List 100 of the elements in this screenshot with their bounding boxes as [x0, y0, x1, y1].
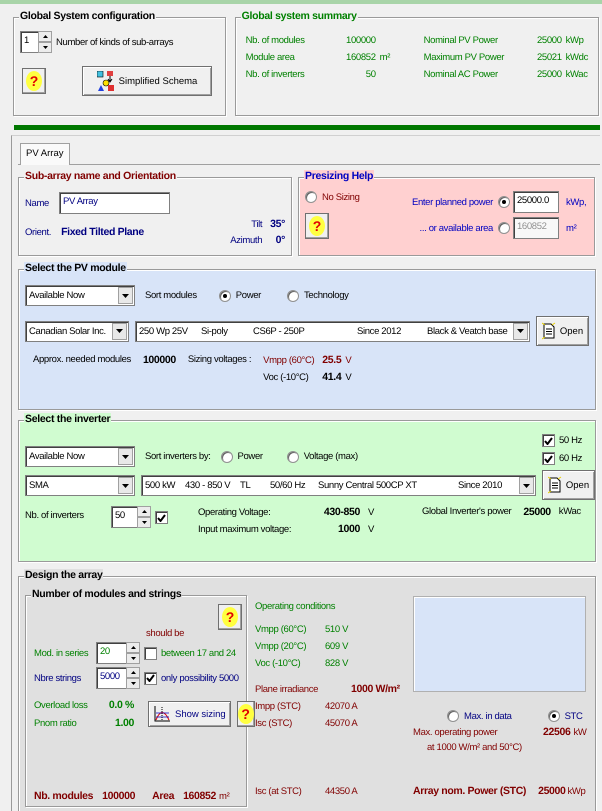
group-title: Global system summary: [240, 10, 358, 22]
checkbox[interactable]: between 17 and 24: [144, 646, 236, 660]
summary-label: Nb. of inverters: [246, 69, 306, 80]
voltage-value: 25.5: [322, 354, 342, 366]
open-button[interactable]: Open: [536, 316, 589, 346]
manufacturer-dropdown[interactable]: SMA: [25, 475, 135, 496]
unit-label: m²: [565, 222, 578, 234]
caret-icon: [517, 329, 524, 333]
check-icon: [157, 514, 166, 522]
current-label: Isc (at STC): [255, 786, 302, 797]
document-icon: [542, 322, 556, 340]
condition-label: Vmpp (20°C): [255, 641, 308, 652]
show-sizing-button[interactable]: Show sizing: [148, 701, 231, 727]
overload-label: Overload loss: [34, 700, 89, 711]
unit-label: kWac: [566, 69, 588, 80]
schema-icon: [96, 71, 115, 91]
manufacturer-dropdown[interactable]: Canadian Solar Inc.: [25, 320, 129, 342]
unit-label: kWp,: [565, 196, 588, 208]
caret-up-icon: [142, 510, 146, 513]
current-label: Impp (STC): [255, 701, 302, 712]
radio-button[interactable]: Voltage (max): [286, 450, 358, 462]
open-button[interactable]: Open: [542, 470, 595, 500]
spin-up-button[interactable]: [126, 642, 140, 653]
sort-label: Sort modules: [145, 290, 197, 301]
count-field[interactable]: 50: [111, 506, 137, 528]
group-title: Number of modules and strings: [31, 588, 182, 600]
orient-value: Fixed Tilted Plane: [61, 226, 144, 238]
schema-button[interactable]: Simplified Schema: [82, 66, 212, 96]
checkbox[interactable]: 60 Hz: [542, 452, 582, 465]
caret-down-icon: [130, 657, 136, 660]
help-button[interactable]: ?: [22, 68, 46, 94]
hint-label: should be: [146, 628, 186, 639]
needed-value: 100000: [142, 354, 176, 366]
filter-dropdown[interactable]: Available Now: [25, 285, 135, 306]
global-power-label: Global Inverter's power: [422, 506, 512, 517]
checkbox[interactable]: [155, 511, 168, 524]
checkbox[interactable]: only possibility 5000: [144, 672, 239, 684]
voltage-value: 41.4: [322, 371, 342, 383]
unit-label: V: [368, 524, 374, 535]
count-field[interactable]: 1: [20, 31, 38, 53]
unit-label: V: [345, 372, 352, 383]
value-field[interactable]: 25000.0: [513, 191, 559, 213]
area-value: 160852: [183, 790, 216, 802]
global-power-value: 25000: [523, 506, 551, 518]
unit-label: m²: [219, 790, 230, 802]
radio-button[interactable]: Power: [218, 290, 261, 302]
group-title: Design the array: [24, 569, 104, 581]
tab[interactable]: PV Array: [20, 143, 70, 165]
model-dropdown[interactable]: 500 kW 430 - 850 V TL 50/60 Hz Sunny Central 500CP XT Since 2010: [141, 475, 536, 496]
azimuth-value: 0°: [274, 234, 285, 246]
unit-label: kWdc: [566, 52, 588, 63]
spin-down-button[interactable]: [38, 42, 52, 53]
voltage-label: Vmpp (60°C): [263, 355, 314, 366]
caret-icon: [523, 484, 530, 488]
radio-button[interactable]: Enter planned power: [412, 196, 510, 208]
name-field[interactable]: PV Array: [58, 192, 170, 214]
irradiance-label: Plane irradiance: [255, 684, 320, 695]
value-field[interactable]: 20: [96, 642, 126, 664]
array-power-label: Array nom. Power (STC): [413, 785, 526, 797]
summary-label: Nominal PV Power: [424, 35, 499, 46]
spin-down-button[interactable]: [137, 517, 151, 528]
caret-icon: [122, 454, 129, 458]
spin-up-button[interactable]: [38, 31, 52, 42]
group-title: Select the inverter: [24, 413, 112, 425]
caret-icon: [122, 484, 129, 488]
caret-up-icon: [42, 35, 48, 38]
spin-down-button[interactable]: [126, 653, 140, 664]
model-dropdown[interactable]: 250 Wp 25V Si-poly CS6P - 250P Since 2012 Black & Veatch base: [135, 320, 530, 342]
radio-button[interactable]: No Sizing: [305, 191, 405, 203]
value-field[interactable]: 5000: [96, 667, 126, 689]
current-value: 42070 A: [325, 701, 359, 712]
count-label: Nb. of inverters: [25, 510, 85, 521]
help-button[interactable]: ?: [236, 701, 255, 727]
radio-button[interactable]: Max. in data: [447, 710, 512, 722]
radio-button[interactable]: Power: [220, 450, 263, 462]
pnom-value: 1.00: [114, 717, 134, 729]
check-icon: [544, 454, 553, 462]
orient-label: Orient.: [25, 226, 52, 238]
voltage-value: 430-850: [322, 506, 360, 518]
radio-button[interactable]: Technology: [286, 290, 349, 302]
current-value: 44350 A: [325, 786, 359, 797]
spin-down-button[interactable]: [126, 678, 140, 689]
check-icon: [544, 436, 553, 444]
help-button[interactable]: ?: [218, 604, 242, 630]
spin-up-button[interactable]: [126, 667, 140, 678]
array-power-value: 25000: [538, 785, 566, 797]
help-button[interactable]: ?: [305, 213, 329, 239]
radio-button[interactable]: ... or available area: [420, 222, 510, 234]
summary-label: Nb. of modules: [246, 35, 306, 46]
voltage-label: Voc (-10°C): [263, 372, 310, 383]
count-label: Number of kinds of sub-arrays: [56, 36, 174, 48]
current-value: 45070 A: [325, 718, 359, 729]
group-title: Global System configuration: [19, 10, 156, 22]
spin-up-button[interactable]: [137, 506, 151, 517]
filter-dropdown[interactable]: Available Now: [25, 446, 135, 467]
checkbox[interactable]: 50 Hz: [542, 434, 582, 447]
radio-button[interactable]: STC: [548, 710, 583, 722]
azimuth-label: Azimuth: [230, 235, 262, 246]
document-icon: [548, 476, 562, 494]
voltage-label: Operating Voltage:: [198, 507, 272, 518]
